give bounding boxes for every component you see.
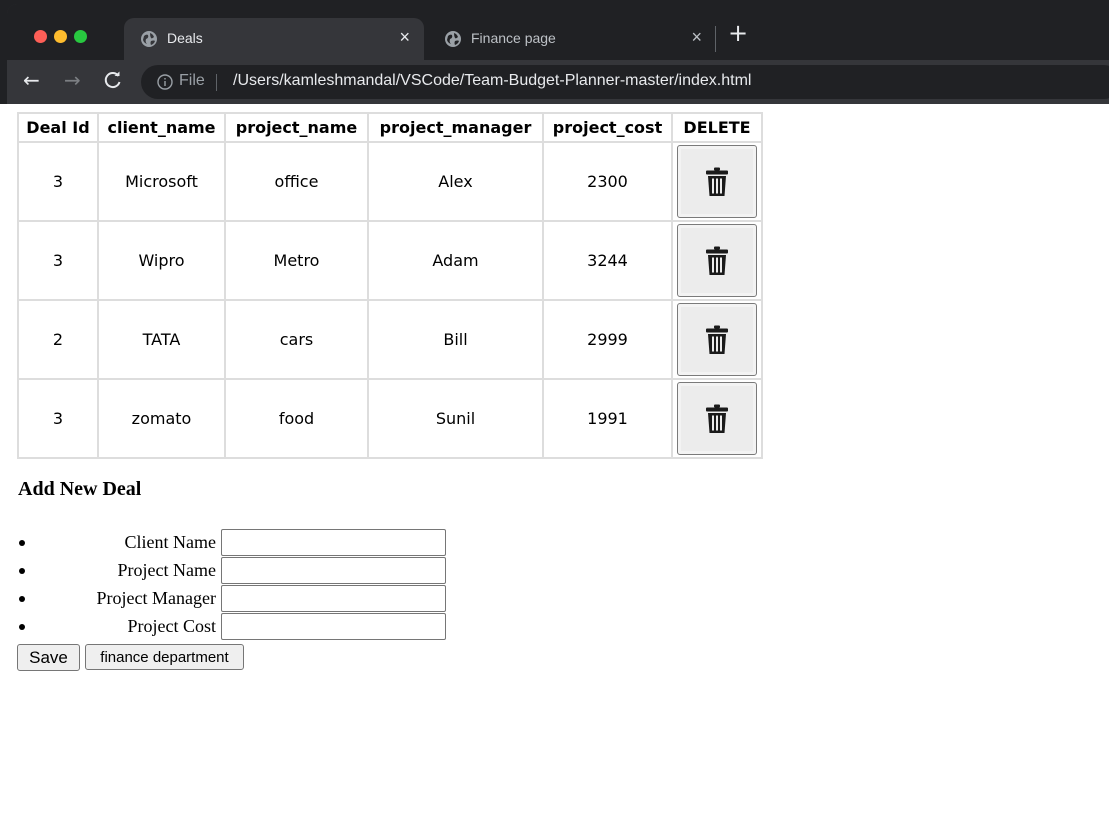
cell-project-manager: Sunil [368, 379, 543, 458]
info-icon[interactable] [157, 74, 173, 90]
page-content: Deal Id client_name project_name project… [0, 104, 1109, 816]
trash-icon [706, 325, 728, 354]
list-item: Client Name [0, 528, 450, 556]
cell-deal-id: 3 [18, 142, 98, 221]
url-scheme: File [179, 72, 205, 89]
table-row: 3 Wipro Metro Adam 3244 [18, 221, 762, 300]
cell-project-name: food [225, 379, 368, 458]
cell-project-cost: 2999 [543, 300, 672, 379]
browser-chrome: Deals × Finance page × + ← → File /Users… [0, 0, 1109, 104]
delete-button[interactable] [677, 303, 757, 376]
project-manager-input[interactable] [221, 585, 446, 612]
list-item: Project Cost [0, 612, 450, 640]
cell-delete [672, 379, 762, 458]
forward-arrow-icon[interactable]: → [64, 68, 81, 92]
cell-client-name: Wipro [98, 221, 225, 300]
globe-icon [445, 31, 461, 47]
address-separator [216, 74, 217, 91]
header-deal-id: Deal Id [18, 113, 98, 142]
bullet-icon [19, 624, 25, 630]
tab-title: Deals [167, 30, 203, 46]
cell-project-manager: Bill [368, 300, 543, 379]
table-row: 2 TATA cars Bill 2999 [18, 300, 762, 379]
tab-strip: Deals × Finance page × + [7, 4, 1109, 60]
minimize-window-button[interactable] [54, 30, 67, 43]
header-project-name: project_name [225, 113, 368, 142]
reload-icon[interactable] [103, 68, 123, 95]
list-item: Project Manager [0, 584, 450, 612]
cell-project-cost: 2300 [543, 142, 672, 221]
close-tab-icon[interactable]: × [399, 27, 410, 48]
list-item: Project Name [0, 556, 450, 584]
cell-delete [672, 221, 762, 300]
header-project-cost: project_cost [543, 113, 672, 142]
cell-delete [672, 300, 762, 379]
table-row: 3 Microsoft office Alex 2300 [18, 142, 762, 221]
cell-client-name: Microsoft [98, 142, 225, 221]
back-arrow-icon[interactable]: ← [23, 68, 40, 92]
project-name-input[interactable] [221, 557, 446, 584]
tab-deals[interactable]: Deals × [124, 18, 424, 60]
bullet-icon [19, 568, 25, 574]
trash-icon [706, 167, 728, 196]
project-manager-label: Project Manager [96, 588, 216, 608]
trash-icon [706, 246, 728, 275]
cell-project-manager: Adam [368, 221, 543, 300]
cell-project-name: cars [225, 300, 368, 379]
browser-toolbar: ← → File /Users/kamleshmandal/VSCode/Tea… [7, 60, 1109, 104]
trash-icon [706, 404, 728, 433]
finance-department-button[interactable]: finance department [85, 644, 244, 670]
add-deal-heading: Add New Deal [18, 478, 142, 500]
project-name-label: Project Name [117, 560, 216, 580]
cell-deal-id: 3 [18, 221, 98, 300]
url-text[interactable]: /Users/kamleshmandal/VSCode/Team-Budget-… [233, 72, 751, 90]
delete-button[interactable] [677, 382, 757, 455]
cell-client-name: zomato [98, 379, 225, 458]
cell-deal-id: 2 [18, 300, 98, 379]
table-header-row: Deal Id client_name project_name project… [18, 113, 762, 142]
add-deal-form: Client Name Project Name Project Manager… [0, 528, 450, 640]
globe-icon [141, 31, 157, 47]
browser-window: Deals × Finance page × + ← → File /Users… [7, 4, 1109, 104]
table-row: 3 zomato food Sunil 1991 [18, 379, 762, 458]
close-window-button[interactable] [34, 30, 47, 43]
header-delete: DELETE [672, 113, 762, 142]
bullet-icon [19, 596, 25, 602]
cell-client-name: TATA [98, 300, 225, 379]
cell-project-manager: Alex [368, 142, 543, 221]
address-bar[interactable]: File /Users/kamleshmandal/VSCode/Team-Bu… [141, 65, 1109, 99]
tab-finance-page[interactable]: Finance page × [428, 18, 718, 60]
cell-deal-id: 3 [18, 379, 98, 458]
cell-project-name: office [225, 142, 368, 221]
deals-table: Deal Id client_name project_name project… [17, 112, 763, 459]
tab-separator [715, 26, 716, 52]
save-button[interactable]: Save [17, 644, 80, 671]
tab-title: Finance page [471, 30, 556, 46]
delete-button[interactable] [677, 224, 757, 297]
header-project-manager: project_manager [368, 113, 543, 142]
close-tab-icon[interactable]: × [691, 27, 702, 48]
cell-delete [672, 142, 762, 221]
cell-project-cost: 3244 [543, 221, 672, 300]
header-client-name: client_name [98, 113, 225, 142]
cell-project-cost: 1991 [543, 379, 672, 458]
bullet-icon [19, 540, 25, 546]
project-cost-input[interactable] [221, 613, 446, 640]
new-tab-icon[interactable]: + [728, 19, 748, 47]
client-name-label: Client Name [124, 532, 216, 552]
maximize-window-button[interactable] [74, 30, 87, 43]
client-name-input[interactable] [221, 529, 446, 556]
delete-button[interactable] [677, 145, 757, 218]
project-cost-label: Project Cost [127, 616, 217, 636]
cell-project-name: Metro [225, 221, 368, 300]
